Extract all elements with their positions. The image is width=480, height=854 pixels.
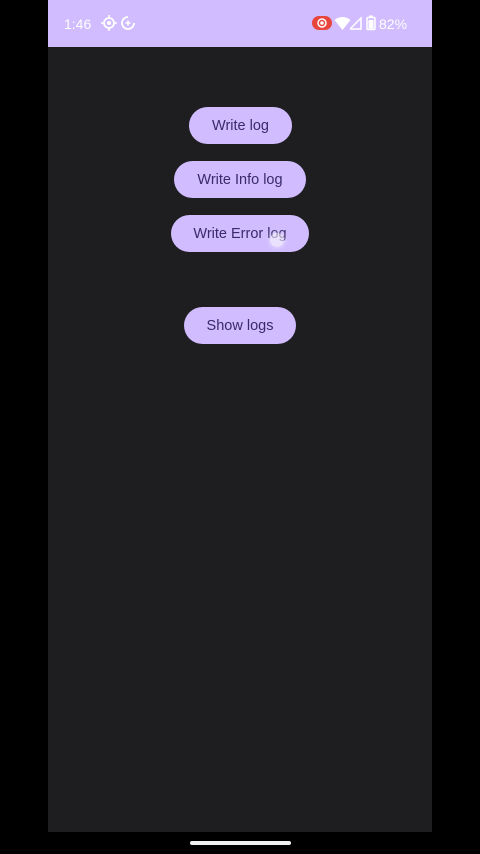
write-error-log-button[interactable]: Write Error log	[171, 215, 309, 252]
app-screen: 1:46 82% Write log Write Info log Write …	[48, 0, 432, 832]
cell-signal-icon	[350, 16, 362, 30]
write-info-log-button[interactable]: Write Info log	[174, 161, 306, 198]
touch-indicator	[270, 233, 284, 247]
show-logs-button[interactable]: Show logs	[184, 307, 296, 344]
status-time: 1:46	[64, 16, 92, 32]
location-tracker-icon	[101, 15, 117, 31]
screen-record-icon	[312, 16, 332, 30]
write-log-button[interactable]: Write log	[189, 107, 292, 144]
battery-percent: 82%	[379, 16, 408, 32]
status-bar: 1:46 82%	[48, 0, 432, 47]
wifi-icon	[334, 16, 351, 30]
data-saver-icon	[121, 16, 135, 30]
home-gesture-handle[interactable]	[190, 841, 291, 845]
battery-icon	[366, 15, 376, 31]
navigation-bar	[0, 832, 480, 854]
